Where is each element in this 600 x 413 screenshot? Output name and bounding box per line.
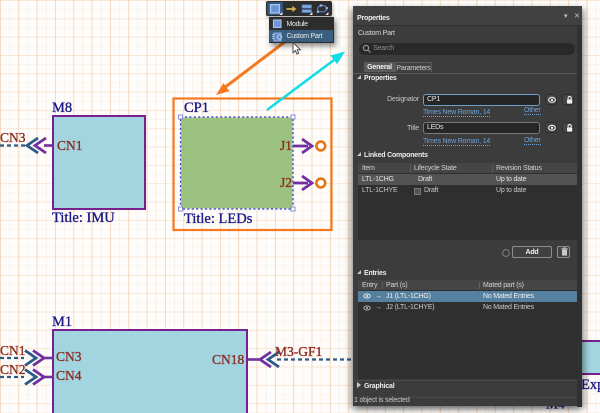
svg-text:M3-GF1: M3-GF1 bbox=[275, 344, 322, 359]
svg-text:CN1: CN1 bbox=[0, 343, 26, 358]
svg-text:Title: LEDs: Title: LEDs bbox=[184, 211, 253, 227]
svg-text:CP1: CP1 bbox=[184, 100, 209, 116]
svg-text:CN2: CN2 bbox=[0, 362, 26, 377]
svg-text:CN3: CN3 bbox=[0, 130, 26, 145]
svg-text:J1: J1 bbox=[280, 138, 292, 153]
svg-text:J2: J2 bbox=[280, 175, 292, 190]
svg-text:M8: M8 bbox=[52, 100, 72, 116]
svg-text:CN18: CN18 bbox=[212, 352, 245, 367]
svg-text:CN4: CN4 bbox=[56, 368, 82, 383]
svg-text:CN3: CN3 bbox=[56, 349, 82, 364]
svg-text:CN1: CN1 bbox=[57, 138, 83, 153]
svg-text:M1: M1 bbox=[52, 314, 72, 330]
svg-text:Exp: Exp bbox=[581, 377, 600, 393]
svg-text:Title: IMU: Title: IMU bbox=[52, 210, 115, 226]
